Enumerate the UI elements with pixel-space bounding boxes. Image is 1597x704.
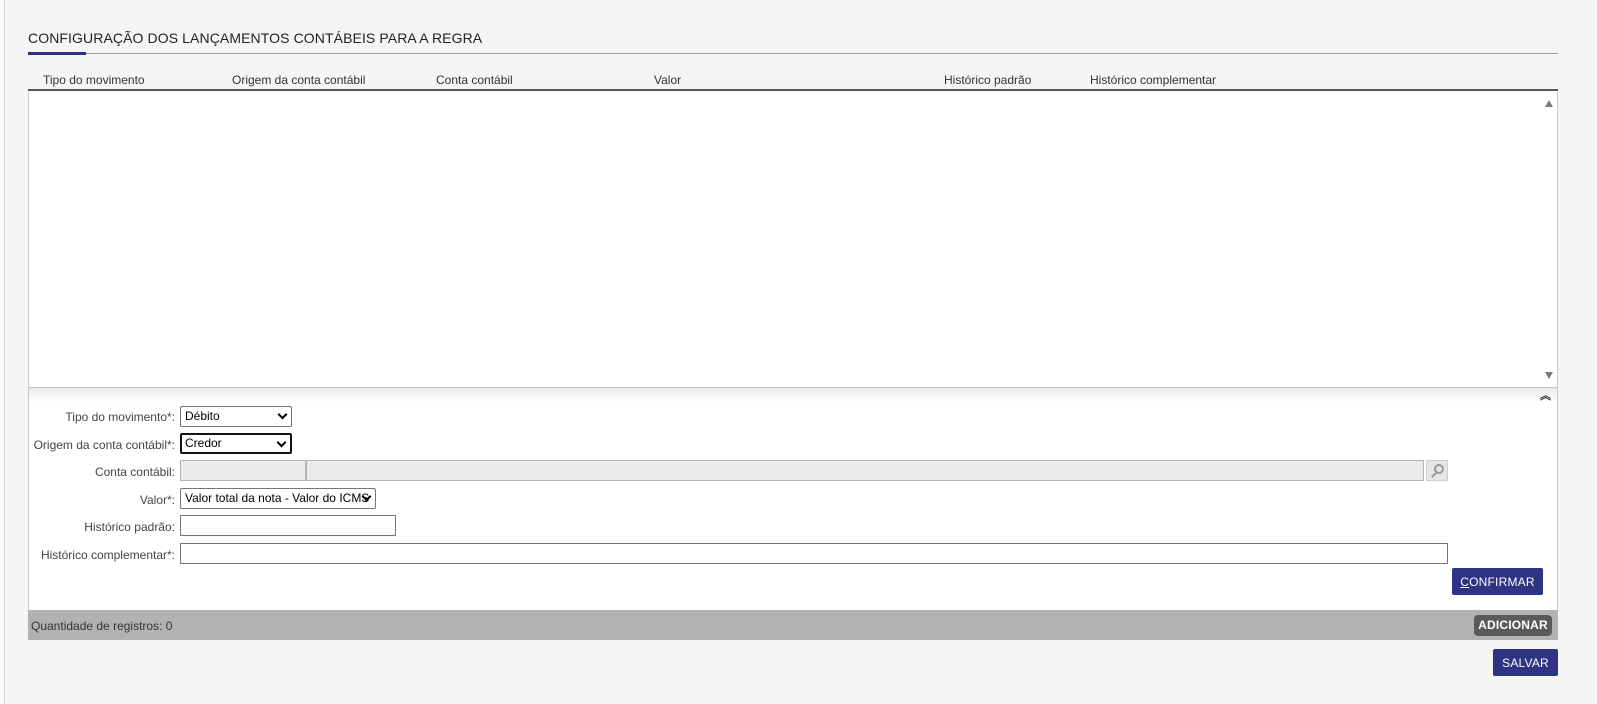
origem-conta-label: Origem da conta contábil*: xyxy=(33,438,175,452)
historico-complementar-label: Histórico complementar*: xyxy=(40,548,175,562)
historico-padrao-field[interactable] xyxy=(180,515,396,536)
section-title: CONFIGURAÇÃO DOS LANÇAMENTOS CONTÁBEIS P… xyxy=(28,30,483,46)
column-header-historico-padrao[interactable]: Histórico padrão xyxy=(944,73,1031,87)
origem-conta-value: Credor xyxy=(185,436,222,450)
historico-padrao-label: Histórico padrão: xyxy=(84,520,175,534)
column-header-historico-complementar[interactable]: Histórico complementar xyxy=(1090,73,1216,87)
record-count: Quantidade de registros: 0 xyxy=(31,619,173,633)
entry-form-panel: ︽ Tipo do movimento*: Débito Origem da c… xyxy=(28,388,1558,610)
grid-header: Tipo do movimento Origem da conta contáb… xyxy=(28,66,1558,91)
conta-contabil-description-field[interactable] xyxy=(306,460,1424,481)
double-chevron-up-icon[interactable]: ︽ xyxy=(1540,390,1551,402)
tipo-movimento-select[interactable]: Débito xyxy=(180,406,292,427)
column-header-conta-contabil[interactable]: Conta contábil xyxy=(436,73,513,87)
column-header-valor[interactable]: Valor xyxy=(654,73,681,87)
tipo-movimento-label: Tipo do movimento*: xyxy=(65,410,175,424)
arrow-down-icon[interactable] xyxy=(1545,372,1553,379)
valor-value: Valor total da nota - Valor do ICMS xyxy=(185,491,370,505)
grid-footer: Quantidade de registros: 0 ADICIONAR xyxy=(28,610,1558,640)
valor-select[interactable]: Valor total da nota - Valor do ICMS xyxy=(180,488,376,509)
column-header-origem-conta[interactable]: Origem da conta contábil xyxy=(232,73,365,87)
conta-contabil-lookup-button[interactable] xyxy=(1426,460,1448,481)
chevron-down-icon xyxy=(277,409,288,420)
conta-contabil-code-field[interactable] xyxy=(180,460,306,481)
title-accent-bar xyxy=(28,52,86,55)
conta-contabil-label: Conta contábil: xyxy=(94,465,175,479)
panel-shade xyxy=(29,388,1557,402)
save-button[interactable]: SALVAR xyxy=(1493,649,1558,676)
historico-complementar-field[interactable] xyxy=(180,543,1448,564)
confirm-button-accesskey: C xyxy=(1460,575,1470,589)
grid-body xyxy=(28,92,1558,388)
add-button[interactable]: ADICIONAR xyxy=(1474,615,1552,636)
valor-label: Valor*: xyxy=(139,493,175,507)
origem-conta-select[interactable]: Credor xyxy=(180,433,292,454)
search-icon-handle xyxy=(1431,472,1437,478)
tipo-movimento-value: Débito xyxy=(185,409,220,423)
chevron-down-icon xyxy=(276,437,287,448)
title-divider xyxy=(28,53,1558,54)
arrow-up-icon[interactable] xyxy=(1545,100,1553,107)
confirm-button-label: ONFIRMAR xyxy=(1469,575,1535,589)
confirm-button[interactable]: CONFIRMAR xyxy=(1452,568,1543,595)
column-header-tipo-movimento[interactable]: Tipo do movimento xyxy=(43,73,145,87)
